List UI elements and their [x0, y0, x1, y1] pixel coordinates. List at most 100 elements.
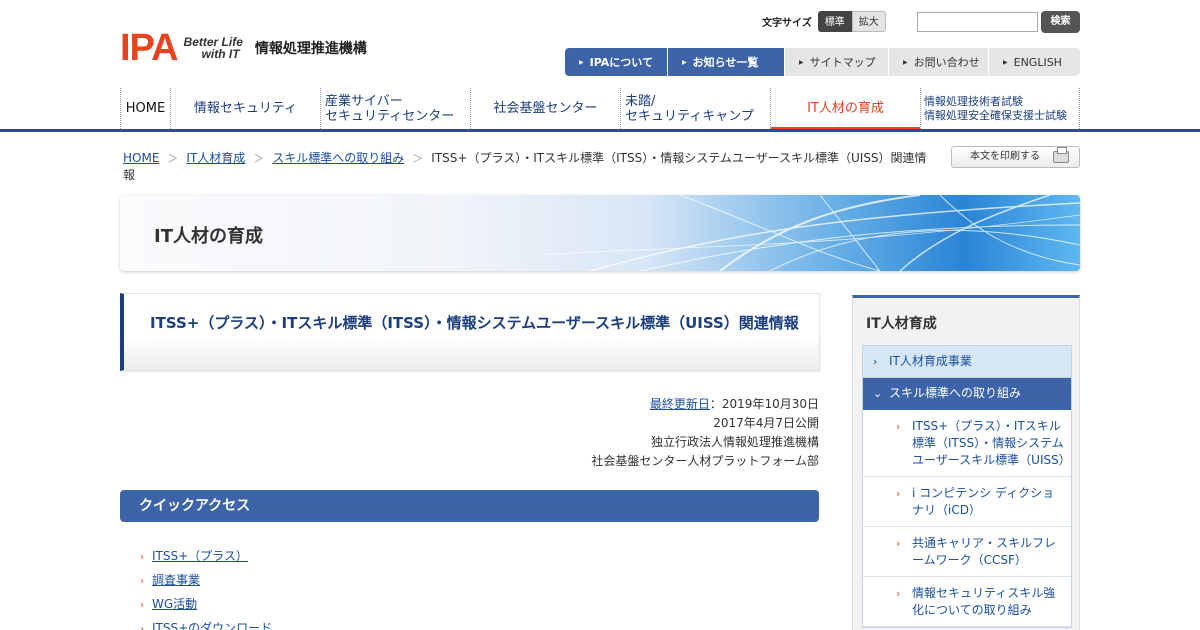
sidebar-item-ccsf[interactable]: › 共通キャリア・スキルフレームワーク（CCSF）: [863, 527, 1071, 577]
triangle-right-icon: ▶: [799, 58, 804, 66]
list-item: › ITSS+のダウンロード: [140, 617, 272, 630]
sidebar-item-label: ITSS+（プラス）・ITスキル標準（ITSS）・情報システムユーザースキル標準…: [912, 419, 1071, 467]
chevron-right-icon: ›: [140, 624, 144, 630]
logo-mark: IPA: [120, 27, 179, 69]
meta-org: 独立行政法人情報処理推進機構: [650, 435, 819, 449]
sidebar-item-itss[interactable]: › ITSS+（プラス）・ITスキル標準（ITSS）・情報システムユーザースキル標…: [863, 410, 1071, 477]
quick-link-wg[interactable]: WG活動: [152, 597, 197, 611]
nav-security[interactable]: 情報セキュリティ: [171, 88, 321, 129]
sidebar-item-label: IT人材育成事業: [889, 354, 972, 368]
nav-social-infra[interactable]: 社会基盤センター: [471, 88, 621, 129]
chevron-right-icon: ›: [896, 487, 901, 500]
page-title-box: ITSS+（プラス）・ITスキル標準（ITSS）・情報システムユーザースキル標準…: [120, 293, 820, 371]
nav-mitou-line1: 未踏/: [625, 93, 656, 109]
util-nav-news-label: お知らせ一覧: [692, 56, 759, 69]
chevron-right-icon: ›: [140, 576, 144, 587]
search-input[interactable]: [917, 12, 1038, 32]
triangle-right-icon: ▶: [1003, 58, 1008, 66]
logo-tagline-line2: with IT: [201, 47, 240, 61]
sidebar-item-label: i コンピテンシ ディクショナリ（iCD）: [912, 486, 1055, 517]
chevron-right-icon: ＞: [412, 152, 424, 165]
font-size-switcher: 文字サイズ 標準 拡大: [762, 11, 886, 32]
banner-title: IT人材の育成: [154, 226, 263, 247]
nav-exam-label: 情報処理技術者試験 情報処理安全確保支援士試験: [924, 95, 1067, 123]
nav-icscoe[interactable]: 産業サイバー セキュリティセンター: [321, 88, 471, 129]
nav-exam-line1: 情報処理技術者試験: [924, 94, 1023, 108]
chevron-right-icon: ›: [140, 600, 144, 611]
util-nav-english-label: ENGLISH: [1013, 55, 1062, 69]
quick-access-list: › ITSS+（プラス） › 調査事業 › WG活動 › ITSS+のダウンロード: [140, 545, 272, 630]
util-nav-about[interactable]: ▶ IPAについて: [565, 48, 668, 76]
banner-light-streaks: [539, 195, 1080, 271]
quick-access-heading: クイックアクセス: [120, 490, 819, 522]
font-size-large-button[interactable]: 拡大: [851, 11, 886, 32]
chevron-right-icon: ›: [896, 587, 901, 600]
sidebar-item-jinzai-project[interactable]: › IT人材育成事業: [863, 346, 1071, 378]
sidebar-item-skill-standard[interactable]: ⌄ スキル標準への取り組み: [863, 378, 1071, 410]
list-item: › WG活動: [140, 593, 272, 617]
last-updated-date: ：2019年10月30日: [709, 397, 819, 411]
chevron-right-icon: ›: [896, 420, 901, 433]
nav-mitou-label: 未踏/セキュリティキャンプ: [625, 94, 754, 124]
nav-exam-line2: 情報処理安全確保支援士試験: [924, 108, 1067, 122]
last-updated-row: 最終更新日：2019年10月30日: [520, 395, 819, 414]
triangle-right-icon: ▶: [903, 58, 908, 66]
chevron-right-icon: ＞: [253, 152, 265, 165]
breadcrumb-home[interactable]: HOME: [123, 151, 159, 165]
breadcrumb-skill-standard[interactable]: スキル標準への取り組み: [272, 151, 404, 165]
triangle-right-icon: ▶: [682, 58, 687, 66]
quick-link-survey[interactable]: 調査事業: [152, 573, 200, 587]
chevron-right-icon: ›: [873, 355, 878, 368]
util-nav-contact[interactable]: ▶ お問い合わせ: [889, 48, 989, 76]
breadcrumb-it-jinzai[interactable]: IT人材育成: [186, 151, 245, 165]
list-item: › 調査事業: [140, 569, 272, 593]
util-nav-contact-label: お問い合わせ: [913, 56, 980, 69]
util-nav-about-label: IPAについて: [589, 56, 653, 69]
util-nav-news[interactable]: ▶ お知らせ一覧: [668, 48, 785, 76]
font-size-label: 文字サイズ: [762, 18, 812, 29]
breadcrumb: HOME ＞ IT人材育成＞スキル標準への取り組み＞ ITSS+（プラス）・ITスキル…: [123, 150, 933, 183]
font-size-standard-button[interactable]: 標準: [817, 11, 852, 32]
util-nav-sitemap-label: サイトマップ: [809, 56, 876, 69]
printer-icon: [1053, 147, 1069, 163]
global-nav: HOME 情報セキュリティ 産業サイバー セキュリティセンター 社会基盤センター …: [120, 88, 1080, 130]
nav-exam[interactable]: 情報処理技術者試験 情報処理安全確保支援士試験: [921, 88, 1080, 129]
list-item: › ITSS+（プラス）: [140, 545, 272, 569]
sidebar-menu: › IT人材育成事業 ⌄ スキル標準への取り組み › ITSS+（プラス）・ITスキル…: [862, 345, 1072, 628]
sidebar-item-icd[interactable]: › i コンピテンシ ディクショナリ（iCD）: [863, 477, 1071, 527]
ipa-logo[interactable]: IPA Better Life with IT 情報処理推進機構: [120, 27, 367, 69]
nav-icscoe-line1: 産業サイバー: [325, 93, 403, 109]
chevron-right-icon: ›: [140, 552, 144, 563]
triangle-right-icon: ▶: [579, 58, 584, 66]
chevron-right-icon: ＞: [167, 152, 179, 165]
nav-divider: [0, 129, 1200, 132]
utility-nav: ▶ IPAについて ▶ お知らせ一覧 ▶ サイトマップ ▶ お問い合わせ ▶ ENGLIS…: [565, 48, 1080, 76]
section-banner: IT人材の育成: [120, 195, 1080, 271]
search-button[interactable]: 検索: [1041, 11, 1080, 33]
chevron-right-icon: ›: [896, 537, 901, 550]
quick-link-itss-plus[interactable]: ITSS+（プラス）: [152, 549, 248, 563]
nav-icscoe-line2: セキュリティセンター: [325, 108, 455, 124]
chevron-down-icon: ⌄: [873, 387, 883, 400]
published-date: 2017年4月7日公開: [713, 416, 819, 430]
quick-link-download[interactable]: ITSS+のダウンロード: [152, 621, 272, 630]
sidebar: IT人材育成 › IT人材育成事業 ⌄ スキル標準への取り組み › ITSS+（プラス…: [852, 295, 1080, 630]
page-meta: 最終更新日：2019年10月30日 2017年4月7日公開 独立行政法人情報処理…: [520, 395, 819, 471]
util-nav-english[interactable]: ▶ ENGLISH: [989, 48, 1080, 76]
util-nav-sitemap[interactable]: ▶ サイトマップ: [785, 48, 889, 76]
meta-department: 社会基盤センター人材プラットフォーム部: [591, 454, 819, 468]
sidebar-item-label: 情報セキュリティスキル強化についての取り組み: [912, 586, 1056, 617]
nav-home[interactable]: HOME: [121, 88, 171, 129]
sidebar-title: IT人材育成: [866, 316, 937, 332]
nav-icscoe-label: 産業サイバー セキュリティセンター: [325, 94, 454, 124]
print-button-label: 本文を印刷する: [970, 151, 1040, 162]
sidebar-item-label: 共通キャリア・スキルフレームワーク（CCSF）: [912, 536, 1057, 567]
nav-mitou[interactable]: 未踏/セキュリティキャンプ: [621, 88, 771, 129]
nav-mitou-line2: セキュリティキャンプ: [625, 108, 754, 124]
logo-tagline: Better Life with IT: [184, 36, 243, 60]
print-button[interactable]: 本文を印刷する: [951, 146, 1080, 168]
nav-it-jinzai[interactable]: IT人材の育成: [771, 88, 921, 130]
org-name: 情報処理推進機構: [254, 41, 367, 57]
sidebar-item-security-skill[interactable]: › 情報セキュリティスキル強化についての取り組み: [863, 577, 1071, 627]
last-updated-link[interactable]: 最終更新日: [650, 397, 710, 411]
